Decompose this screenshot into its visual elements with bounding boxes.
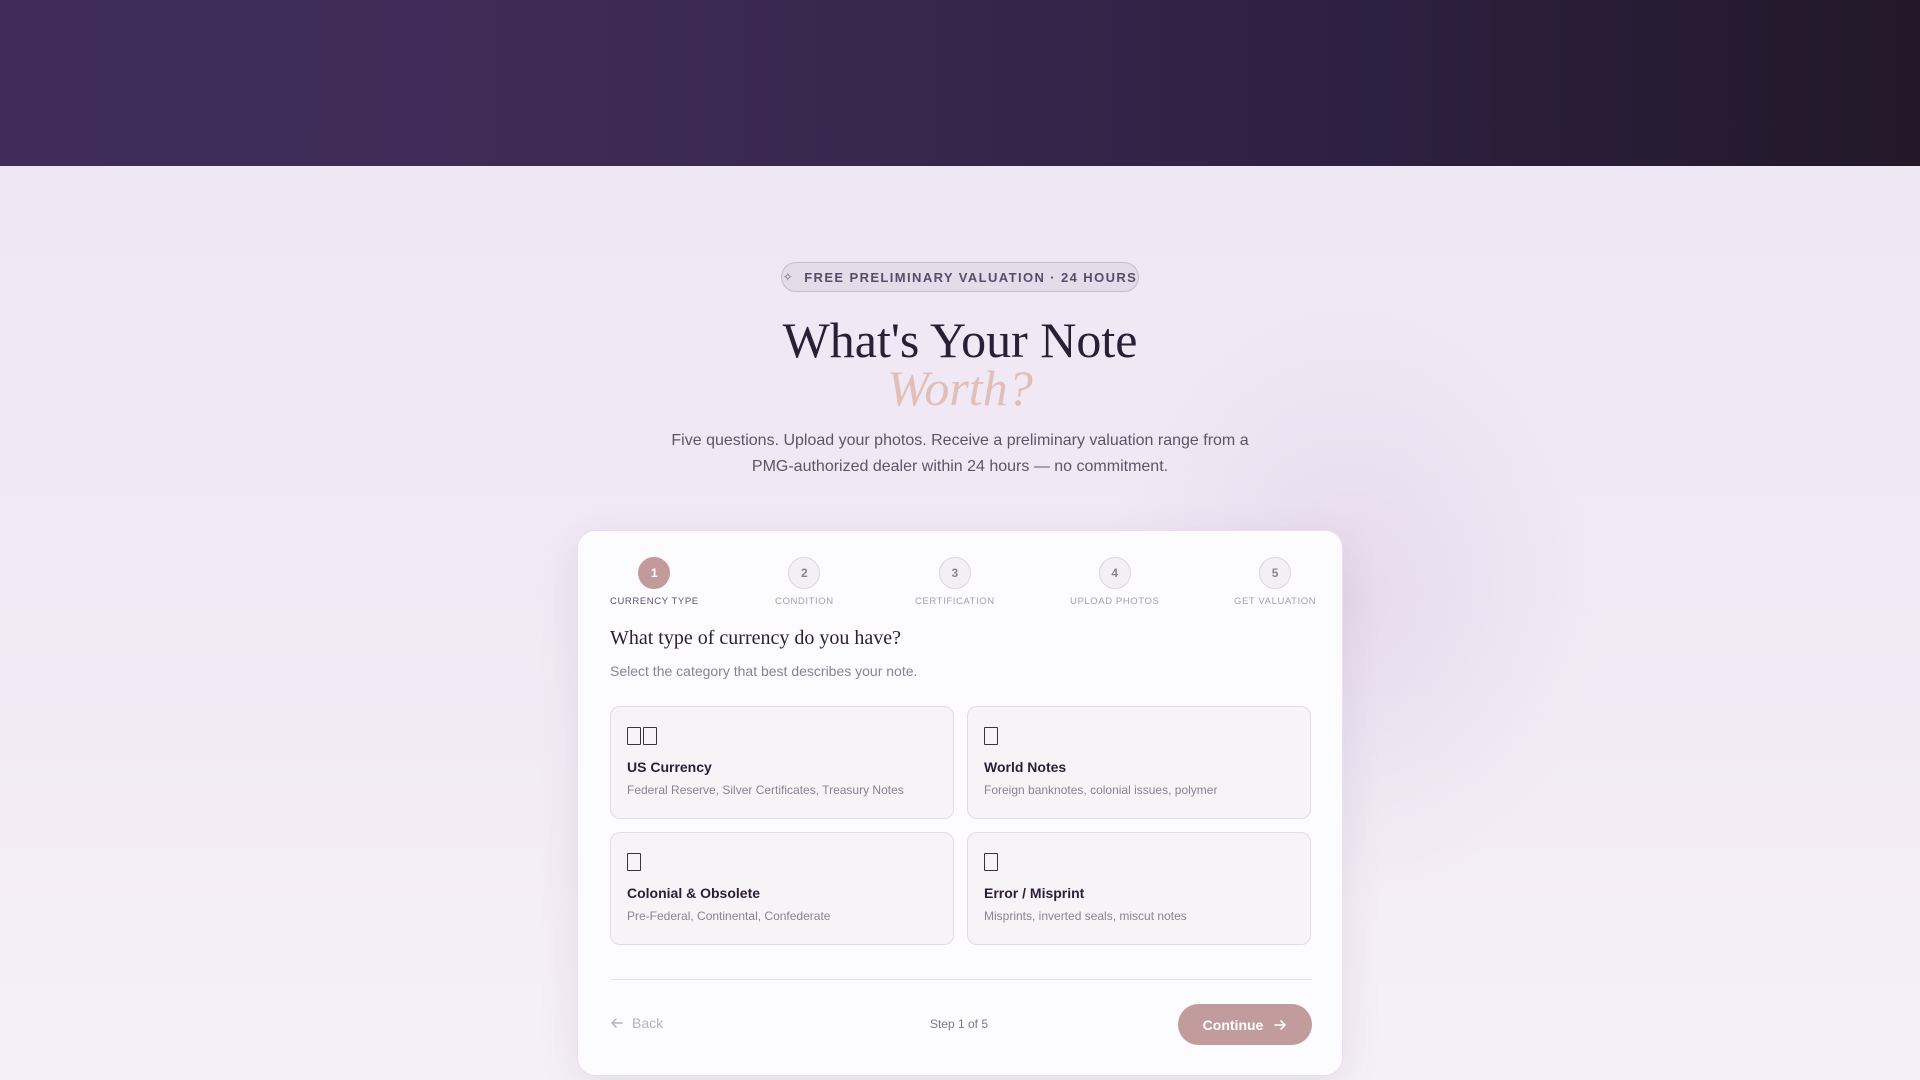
step-number: 5 <box>1259 557 1292 589</box>
valuation-form-card: 1 CURRENCY TYPE 2 CONDITION 3 CERTIFICAT… <box>577 530 1343 1076</box>
option-us-currency[interactable]: US Currency Federal Reserve, Silver Cert… <box>610 706 954 819</box>
back-label: Back <box>632 1015 664 1031</box>
step-get-valuation[interactable]: 5 GET VALUATION <box>1234 557 1316 607</box>
option-description: Pre-Federal, Continental, Confederate <box>627 909 831 923</box>
step-number: 4 <box>1098 557 1131 589</box>
page-subtitle: Five questions. Upload your photos. Rece… <box>671 432 1249 475</box>
option-description: Foreign banknotes, colonial issues, poly… <box>984 783 1218 797</box>
step-label: GET VALUATION <box>1234 596 1317 607</box>
step-label: CERTIFICATION <box>915 596 995 607</box>
step-status: Step 1 of 5 <box>929 1017 989 1031</box>
step-number: 1 <box>638 557 671 589</box>
step-label: UPLOAD PHOTOS <box>1070 596 1160 607</box>
continue-button[interactable]: Continue <box>1178 1004 1312 1045</box>
arrow-right-icon <box>1274 1019 1287 1030</box>
step-currency-type[interactable]: 1 CURRENCY TYPE <box>610 557 699 607</box>
continue-label: Continue <box>1202 1016 1264 1033</box>
step-condition[interactable]: 2 CONDITION <box>775 557 834 607</box>
option-description: Federal Reserve, Silver Certificates, Tr… <box>627 783 904 797</box>
question-subtitle: Select the category that best describes … <box>610 663 918 679</box>
step-upload-photos[interactable]: 4 UPLOAD PHOTOS <box>1070 557 1159 607</box>
step-number: 2 <box>788 557 821 589</box>
progress-stepper: 1 CURRENCY TYPE 2 CONDITION 3 CERTIFICAT… <box>610 557 1316 609</box>
globe-icon <box>984 725 1294 747</box>
magnifier-icon <box>984 851 1294 873</box>
option-description: Misprints, inverted seals, miscut notes <box>984 909 1187 923</box>
back-button[interactable]: Back <box>610 1015 663 1031</box>
option-name: Error / Misprint <box>984 885 1085 901</box>
option-name: Colonial & Obsolete <box>627 885 761 901</box>
option-error-misprint[interactable]: Error / Misprint Misprints, inverted sea… <box>967 832 1311 945</box>
scroll-icon <box>627 851 937 873</box>
option-name: US Currency <box>627 759 712 775</box>
badge-label: FREE PRELIMINARY VALUATION · 24 HOURS <box>804 269 1138 285</box>
option-world-notes[interactable]: World Notes Foreign banknotes, colonial … <box>967 706 1311 819</box>
sparkle-icon: ✧ <box>782 270 795 284</box>
step-label: CONDITION <box>775 596 834 607</box>
step-label: CURRENCY TYPE <box>610 596 699 607</box>
valuation-badge: ✧ FREE PRELIMINARY VALUATION · 24 HOURS <box>781 262 1139 292</box>
page-title-emphasis: Worth? <box>887 360 1033 416</box>
arrow-left-icon <box>611 1018 623 1028</box>
footer-divider <box>610 979 1312 980</box>
question-title: What type of currency do you have? <box>610 627 901 649</box>
step-number: 3 <box>938 557 971 589</box>
step-certification[interactable]: 3 CERTIFICATION <box>915 557 995 607</box>
option-colonial-obsolete[interactable]: Colonial & Obsolete Pre-Federal, Contine… <box>610 832 954 945</box>
option-name: World Notes <box>984 759 1067 775</box>
header-band <box>0 0 1920 166</box>
us-flag-icon <box>627 725 937 747</box>
